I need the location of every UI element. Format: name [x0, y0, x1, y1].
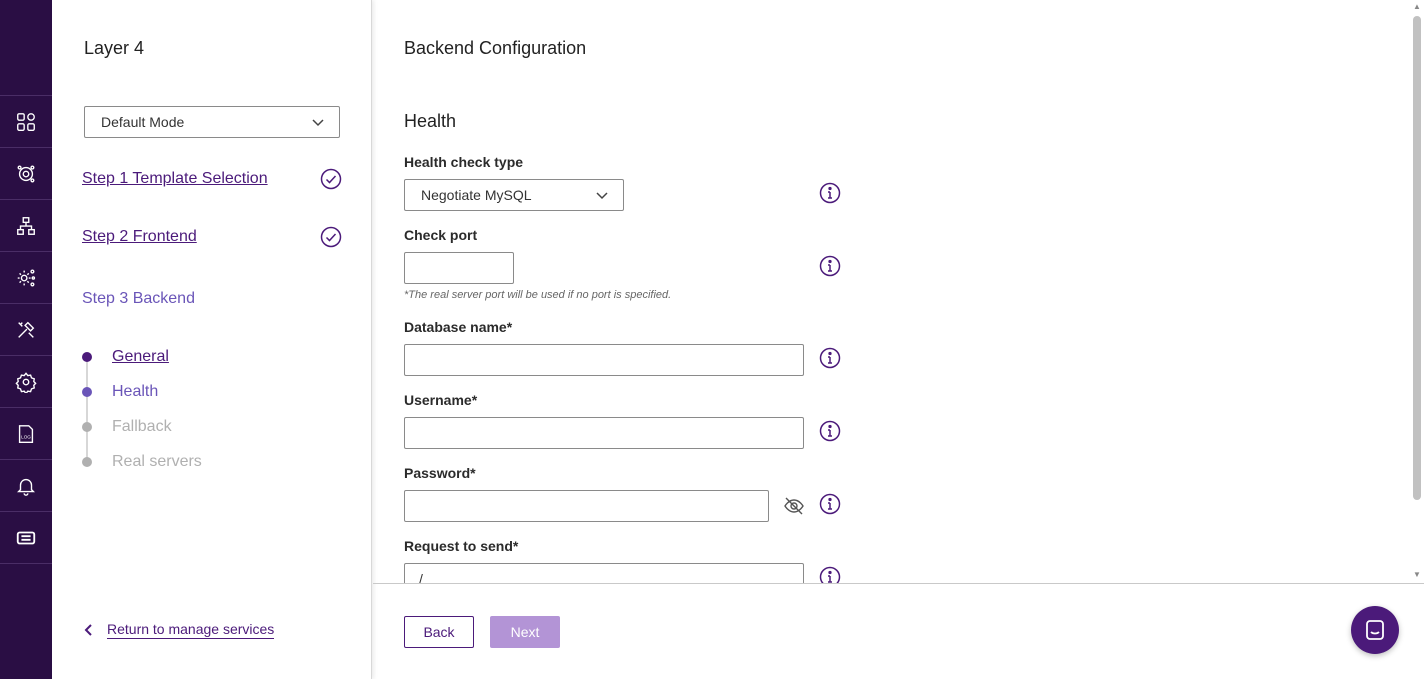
substep-general[interactable]: General [82, 348, 169, 366]
back-button[interactable]: Back [404, 616, 474, 648]
chat-icon [1366, 620, 1384, 640]
return-to-services-link[interactable]: Return to manage services [82, 621, 275, 639]
info-icon[interactable] [819, 493, 841, 515]
tools-icon [18, 321, 35, 338]
rail-item-advanced-settings[interactable] [0, 252, 52, 304]
app-nav-rail: LOG [0, 0, 52, 679]
rail-item-dashboard[interactable] [0, 96, 52, 148]
check-port-hint: *The real server port will be used if no… [404, 289, 672, 301]
substep-label: Fallback [112, 418, 172, 435]
substep-label: Real servers [112, 453, 202, 470]
log-icon: LOG [18, 424, 34, 443]
password-label: Password* [404, 465, 476, 481]
settings-icon [15, 371, 37, 393]
health-check-type-value: Negotiate MySQL [421, 187, 532, 203]
form-scroll-area[interactable]: Backend Configuration Health Health chec… [373, 0, 1424, 583]
advanced-settings-icon [17, 269, 36, 286]
substep-label: General [112, 348, 169, 365]
check-port-input[interactable] [404, 252, 514, 284]
rail-item-tools[interactable] [0, 304, 52, 356]
eye-off-icon[interactable] [783, 496, 805, 516]
network-icon [17, 216, 35, 235]
database-name-input[interactable] [404, 344, 804, 376]
request-input[interactable] [404, 563, 804, 583]
scrollbar-thumb[interactable] [1413, 16, 1421, 500]
substep-dot [82, 457, 92, 467]
substep-health: Health [82, 383, 158, 401]
dashboard-icon [17, 112, 35, 131]
step-3-label: Step 3 Backend [82, 290, 195, 307]
section-title: Health [404, 111, 457, 131]
password-input[interactable] [404, 490, 769, 522]
chevron-down-icon [596, 192, 608, 200]
substep-dot [82, 387, 92, 397]
info-icon[interactable] [819, 255, 841, 277]
svg-text:LOG: LOG [21, 434, 31, 439]
info-icon[interactable] [819, 182, 841, 204]
footer-divider [373, 583, 1424, 584]
ticket-icon [16, 531, 36, 544]
health-check-type-select[interactable]: Negotiate MySQL [404, 179, 624, 211]
scrollbar[interactable]: ▲ ▼ [1410, 0, 1424, 583]
check-circle-icon [320, 226, 342, 248]
info-icon[interactable] [819, 420, 841, 442]
rail-item-settings[interactable] [0, 356, 52, 408]
rail-item-support[interactable] [0, 512, 52, 564]
health-check-type-label: Health check type [404, 154, 524, 170]
mode-select[interactable]: Default Mode [84, 106, 340, 138]
database-name-label: Database name* [404, 319, 513, 335]
username-label: Username* [404, 392, 478, 408]
check-circle-icon [320, 168, 342, 190]
page-title: Backend Configuration [404, 38, 587, 58]
main-content: Backend Configuration Health Health chec… [373, 0, 1424, 679]
services-icon [17, 165, 35, 182]
substep-fallback: Fallback [82, 418, 172, 436]
chevron-down-icon [312, 119, 324, 127]
substep-label: Health [112, 383, 159, 400]
info-icon[interactable] [819, 347, 841, 369]
check-port-label: Check port [404, 227, 478, 243]
rail-item-services[interactable] [0, 148, 52, 200]
scroll-up-arrow[interactable]: ▲ [1412, 2, 1422, 12]
next-button[interactable]: Next [490, 616, 560, 648]
rail-item-log[interactable]: LOG [0, 408, 52, 460]
scroll-down-arrow[interactable]: ▼ [1412, 570, 1422, 580]
chevron-left-icon [84, 624, 92, 636]
substep-dot [82, 422, 92, 432]
substep-line [86, 357, 88, 463]
bell-icon [17, 478, 35, 496]
step-1-link[interactable]: Step 1 Template Selection [82, 170, 268, 188]
step-2-link[interactable]: Step 2 Frontend [82, 228, 197, 246]
request-label: Request to send* [404, 538, 519, 554]
rail-item-network[interactable] [0, 200, 52, 252]
return-label: Return to manage services [107, 621, 275, 639]
wizard-panel: Layer 4 Default Mode Step 1 Template Sel… [52, 0, 372, 679]
username-input[interactable] [404, 417, 804, 449]
mode-select-value: Default Mode [101, 114, 185, 130]
chat-button[interactable] [1351, 606, 1399, 654]
substep-dot [82, 352, 92, 362]
rail-logo-area [0, 0, 52, 96]
rail-item-notifications[interactable] [0, 460, 52, 512]
wizard-title: Layer 4 [84, 38, 145, 58]
substep-real-servers: Real servers [82, 453, 202, 471]
info-icon[interactable] [819, 566, 841, 583]
